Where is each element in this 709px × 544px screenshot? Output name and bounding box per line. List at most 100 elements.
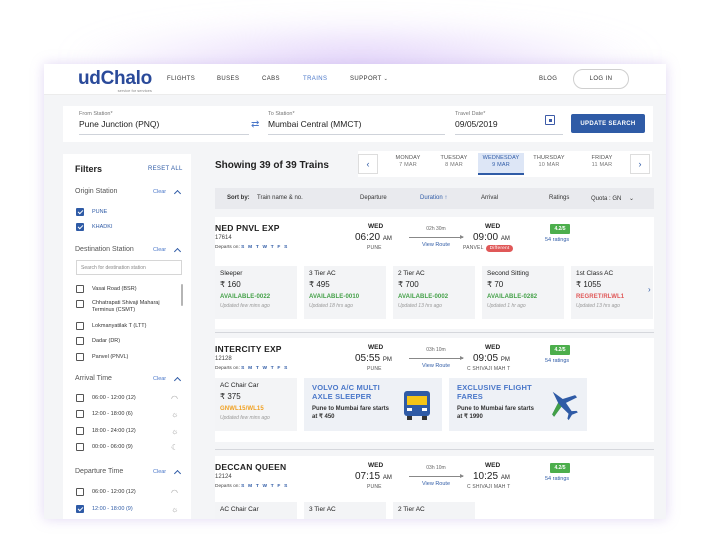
sort-duration[interactable]: Duration ↑ — [420, 195, 447, 201]
checkbox-checked[interactable] — [76, 223, 84, 231]
sort-ratings[interactable]: Ratings — [549, 195, 569, 201]
chevron-up-icon[interactable] — [173, 189, 182, 198]
chevron-up-icon[interactable] — [173, 247, 182, 256]
view-route-link[interactable]: View Route — [409, 242, 463, 248]
option-label: Dadar (DR) — [92, 338, 121, 344]
train-number: 17614 — [215, 235, 232, 241]
destination-option[interactable]: Panvel (PNVL) — [76, 352, 128, 362]
checkbox[interactable] — [76, 488, 84, 496]
date-tab[interactable]: THURSDAY 10 MAR — [526, 155, 572, 168]
nav-trains[interactable]: TRAINS — [303, 76, 327, 82]
next-date-button[interactable]: › — [630, 154, 650, 174]
checkbox[interactable] — [76, 322, 84, 330]
checkbox[interactable] — [76, 300, 84, 308]
departure-day: WED — [368, 344, 384, 351]
nav-blog[interactable]: BLOG — [539, 76, 557, 82]
sort-arrival[interactable]: Arrival — [481, 195, 498, 201]
class-card[interactable]: AC Chair Car ₹ 375 GNWL15/WL15 Updated few … — [215, 378, 297, 431]
checkbox[interactable] — [76, 337, 84, 345]
class-card[interactable]: Sleeper ₹ 160 AVAILABLE-0022 Updated few mi… — [215, 266, 297, 319]
nav-support[interactable]: SUPPORT ⌄ — [350, 76, 388, 82]
updated-time: Updated 1 hr ago — [487, 303, 526, 309]
arrival-clear-button[interactable]: Clear — [153, 376, 166, 382]
calendar-icon[interactable] — [545, 115, 555, 125]
origin-clear-button[interactable]: Clear — [153, 189, 166, 195]
promo-bus[interactable]: VOLVO A/C MULTI AXLE SLEEPER Pune to Mum… — [304, 378, 442, 431]
update-search-button[interactable]: UPDATE SEARCH — [571, 114, 645, 133]
promo-flight[interactable]: EXCLUSIVE FLIGHT FARES Pune to Mumbai fa… — [449, 378, 587, 431]
arrival-option[interactable]: 18:00 - 24:00 (12) ☼ — [76, 426, 178, 436]
nav-flights[interactable]: FLIGHTS — [167, 76, 195, 82]
date-tab-selected[interactable]: WEDNESDAY 9 MAR — [478, 153, 524, 175]
arrival-option[interactable]: 00:00 - 06:00 (9) ☾ — [76, 442, 178, 452]
to-station-field[interactable]: To Station* Mumbai Central (MMCT) — [268, 111, 445, 135]
arrival-option[interactable]: 06:00 - 12:00 (12) ◠ — [76, 393, 178, 403]
class-card[interactable]: 3 Tier AC — [304, 502, 386, 519]
train-name[interactable]: NED PNVL EXP — [215, 223, 280, 233]
class-card[interactable]: 2 Tier AC ₹ 700 AVAILABLE-0002 Updated 13 h… — [393, 266, 475, 319]
date-tab[interactable]: TUESDAY 8 MAR — [431, 155, 477, 168]
view-route-link[interactable]: View Route — [409, 363, 463, 369]
option-label: 06:00 - 12:00 (12) — [92, 395, 136, 401]
date-day: TUESDAY — [440, 155, 468, 161]
chevron-up-icon[interactable] — [173, 469, 182, 478]
ratings-count[interactable]: 54 ratings — [545, 476, 569, 482]
chevron-right-icon[interactable]: › — [648, 285, 651, 294]
nav-cabs[interactable]: CABS — [262, 76, 280, 82]
destination-option[interactable]: Dadar (DR) — [76, 336, 120, 346]
sort-departure[interactable]: Departure — [360, 195, 387, 201]
checkbox[interactable] — [76, 353, 84, 361]
swap-icon[interactable]: ⇄ — [251, 119, 259, 130]
destination-option[interactable]: Chhatrapati Shivaji Maharaj Terminus (CS… — [76, 300, 176, 317]
checkbox[interactable] — [76, 394, 84, 402]
departure-option[interactable]: 12:00 - 18:00 (9) ☼ — [76, 504, 178, 514]
class-card[interactable]: 2 Tier AC — [393, 502, 475, 519]
arrival-option[interactable]: 12:00 - 18:00 (6) ☼ — [76, 409, 178, 419]
days-list: S M T W T F S — [241, 245, 289, 250]
destination-search-input[interactable]: Search for destination station — [76, 260, 182, 275]
divider — [215, 332, 654, 333]
prev-date-button[interactable]: ‹ — [358, 154, 378, 174]
origin-option-khadki[interactable]: KHADKI — [76, 222, 112, 232]
ratings-count[interactable]: 54 ratings — [545, 358, 569, 364]
sunrise-icon: ◠ — [171, 487, 178, 497]
chevron-up-icon[interactable] — [173, 376, 182, 385]
class-price: ₹ 375 — [220, 392, 241, 401]
origin-option-pune[interactable]: PUNE — [76, 207, 107, 217]
departure-clear-button[interactable]: Clear — [153, 469, 166, 475]
sort-train-name[interactable]: Train name & no. — [257, 195, 303, 201]
train-name[interactable]: DECCAN QUEEN — [215, 462, 286, 472]
date-tab[interactable]: MONDAY 7 MAR — [385, 155, 431, 168]
checkbox[interactable] — [76, 443, 84, 451]
nav-buses[interactable]: BUSES — [217, 76, 239, 82]
ratings-count[interactable]: 54 ratings — [545, 237, 569, 243]
class-price: ₹ 1055 — [576, 280, 602, 289]
sort-label: Sort by: — [227, 195, 250, 201]
class-card[interactable]: 1st Class AC ₹ 1055 REGRET/RLWL1 Updated 13… — [571, 266, 653, 319]
departure-option[interactable]: 06:00 - 12:00 (12) ◠ — [76, 487, 178, 497]
sunrise-icon: ◠ — [171, 393, 178, 403]
checkbox-checked[interactable] — [76, 505, 84, 513]
view-route-link[interactable]: View Route — [409, 481, 463, 487]
class-name: AC Chair Car — [220, 382, 259, 389]
login-button[interactable]: LOG IN — [573, 69, 629, 89]
class-card[interactable]: Second Sitting ₹ 70 AVAILABLE-0282 Updated … — [482, 266, 564, 319]
destination-clear-button[interactable]: Clear — [153, 247, 166, 253]
checkbox[interactable] — [76, 427, 84, 435]
destination-option[interactable]: Vasai Road (BSR) — [76, 284, 137, 294]
checkbox[interactable] — [76, 410, 84, 418]
checkbox-checked[interactable] — [76, 208, 84, 216]
class-card[interactable]: 3 Tier AC ₹ 495 AVAILABLE-0010 Updated 18 h… — [304, 266, 386, 319]
arrival-time: 09:05 PM — [473, 353, 510, 364]
quota-select[interactable]: Quota : GN ⌄ — [591, 195, 634, 202]
from-station-field[interactable]: From Station* Pune Junction (PNQ) — [79, 111, 249, 135]
destination-scrollbar[interactable] — [181, 284, 183, 306]
reset-all-button[interactable]: RESET ALL — [148, 166, 183, 172]
train-name[interactable]: INTERCITY EXP — [215, 344, 282, 354]
availability: AVAILABLE-0002 — [398, 294, 449, 300]
logo[interactable]: udChalo service for services — [78, 69, 152, 93]
destination-option[interactable]: Lokmanyatilak T (LTT) — [76, 321, 146, 331]
checkbox[interactable] — [76, 285, 84, 293]
date-tab[interactable]: FRIDAY 11 MAR — [579, 155, 625, 168]
class-card[interactable]: AC Chair Car — [215, 502, 297, 519]
